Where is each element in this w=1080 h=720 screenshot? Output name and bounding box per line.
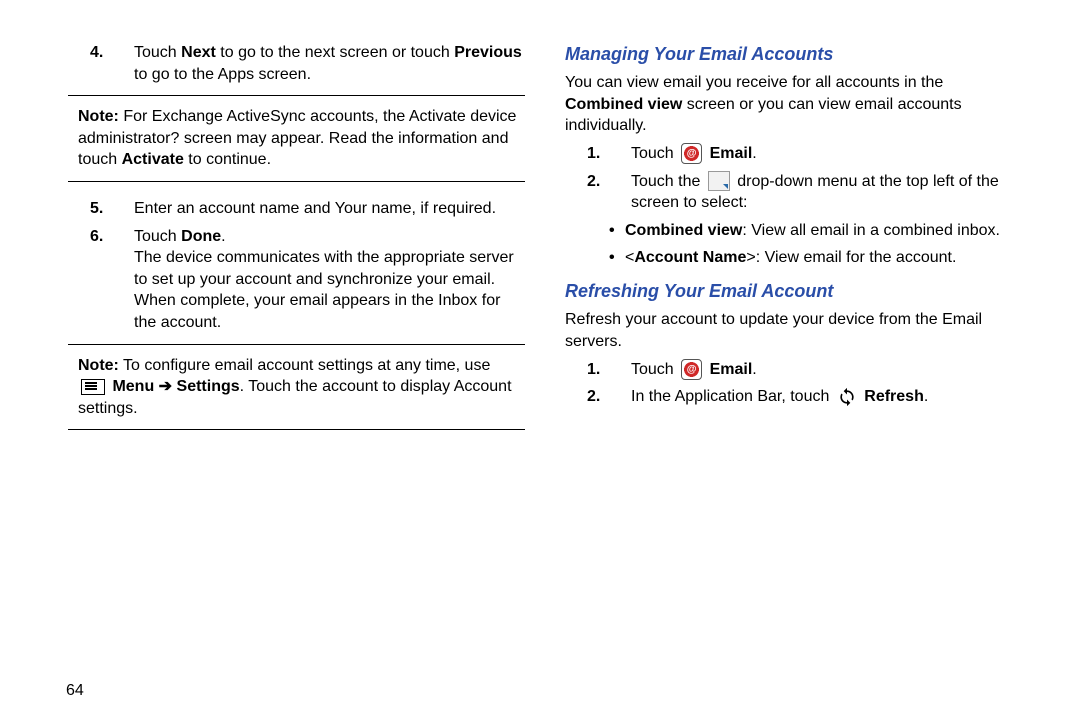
refreshing-intro: Refresh your account to update your devi…: [565, 309, 1022, 352]
note-activesync: Note: For Exchange ActiveSync accounts, …: [68, 95, 525, 182]
step-4: 4. Touch Next to go to the next screen o…: [68, 42, 525, 85]
managing-step-2: 2. Touch the drop-down menu at the top l…: [565, 171, 1022, 214]
heading-refreshing: Refreshing Your Email Account: [565, 279, 1022, 303]
bullet-combined-view: Combined view: View all email in a combi…: [609, 220, 1022, 242]
step-6: 6. Touch Done.The device communicates wi…: [68, 226, 525, 334]
email-icon: [681, 359, 702, 380]
menu-icon: [81, 379, 105, 395]
manual-page: 4. Touch Next to go to the next screen o…: [0, 0, 1080, 720]
email-icon: [681, 143, 702, 164]
refresh-icon: [837, 387, 857, 407]
managing-intro: You can view email you receive for all a…: [565, 72, 1022, 137]
note-configure: Note: To configure email account setting…: [68, 344, 525, 431]
managing-step-1: 1. Touch Email.: [565, 143, 1022, 165]
heading-managing: Managing Your Email Accounts: [565, 42, 1022, 66]
right-column: Managing Your Email Accounts You can vie…: [565, 42, 1022, 682]
refresh-step-1: 1. Touch Email.: [565, 359, 1022, 381]
refresh-step-2: 2. In the Application Bar, touch Refresh…: [565, 386, 1022, 408]
page-number: 64: [66, 682, 1022, 700]
dropdown-icon: [708, 171, 730, 191]
left-column: 4. Touch Next to go to the next screen o…: [68, 42, 525, 682]
step-5: 5. Enter an account name and Your name, …: [68, 198, 525, 220]
bullet-account-name: <Account Name>: View email for the accou…: [609, 247, 1022, 269]
